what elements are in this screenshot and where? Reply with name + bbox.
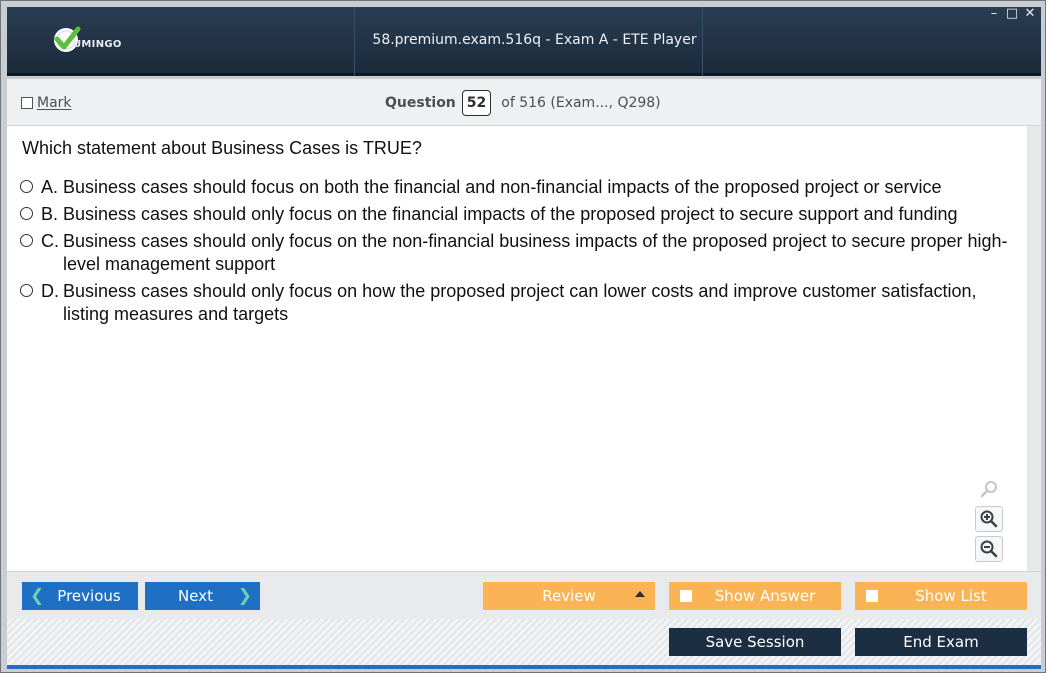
option-text: Business cases should only focus on the …: [63, 231, 1008, 274]
chevron-right-icon: ❯: [237, 586, 252, 606]
navigation-bar: ❮ Previous Next ❯ Review Show Answer Sho…: [7, 571, 1041, 619]
radio-button[interactable]: [20, 207, 33, 220]
radio-button[interactable]: [20, 234, 33, 247]
question-header: Mark Question 52 of 516 (Exam..., Q298): [7, 79, 1041, 126]
maximize-icon[interactable]: □: [1005, 7, 1019, 21]
end-exam-button[interactable]: End Exam: [855, 628, 1027, 656]
question-number-input[interactable]: 52: [461, 90, 492, 116]
app-logo: UMINGO: [51, 25, 161, 59]
logo-text: UMINGO: [73, 39, 122, 50]
checkbox-icon[interactable]: [680, 590, 692, 602]
close-icon[interactable]: ✕: [1023, 7, 1037, 21]
zoom-tools: [975, 476, 1005, 566]
answer-options: A. Business cases should focus on both t…: [20, 176, 1010, 330]
option-letter: C.: [41, 231, 59, 251]
option-text: Business cases should focus on both the …: [63, 177, 942, 197]
show-answer-button[interactable]: Show Answer: [669, 582, 841, 610]
option-letter: B.: [41, 204, 59, 224]
option-text: Business cases should only focus on how …: [63, 281, 977, 324]
bottom-accent-strip: [7, 665, 1041, 669]
save-session-label: Save Session: [705, 633, 805, 651]
zoom-out-icon[interactable]: [975, 536, 1003, 562]
mark-checkbox[interactable]: Mark: [21, 95, 72, 111]
question-text: Which statement about Business Cases is …: [22, 138, 422, 158]
show-list-button[interactable]: Show List: [855, 582, 1027, 610]
checkbox-icon[interactable]: [21, 97, 33, 109]
window-controls: – □ ✕: [987, 7, 1037, 21]
title-divider: [354, 7, 355, 76]
question-label: Question: [385, 95, 456, 111]
question-counter: Question 52 of 516 (Exam..., Q298): [385, 90, 661, 116]
question-of-text: of 516 (Exam..., Q298): [501, 95, 661, 111]
radio-button[interactable]: [20, 284, 33, 297]
window-title: 58.premium.exam.516q - Exam A - ETE Play…: [372, 32, 697, 48]
mark-label: Mark: [37, 95, 72, 111]
chevron-left-icon: ❮: [30, 586, 45, 606]
option-text: Business cases should only focus on the …: [63, 204, 958, 224]
answer-option-a[interactable]: A. Business cases should focus on both t…: [20, 176, 1010, 199]
zoom-in-icon[interactable]: [975, 506, 1003, 532]
answer-option-c[interactable]: C. Business cases should only focus on t…: [20, 230, 1010, 276]
previous-button[interactable]: ❮ Previous: [22, 582, 138, 610]
title-divider: [702, 7, 703, 76]
search-icon[interactable]: [975, 476, 1003, 502]
option-letter: D.: [41, 281, 59, 301]
end-exam-label: End Exam: [903, 633, 979, 651]
checkbox-icon[interactable]: [866, 590, 878, 602]
exam-player-window: UMINGO 58.premium.exam.516q - Exam A - E…: [0, 0, 1046, 673]
question-content: Which statement about Business Cases is …: [7, 126, 1027, 571]
show-answer-label: Show Answer: [714, 587, 816, 605]
minimize-icon[interactable]: –: [987, 7, 1001, 21]
title-bar: UMINGO 58.premium.exam.516q - Exam A - E…: [7, 7, 1041, 76]
footer-bar: Save Session End Exam: [7, 619, 1041, 667]
answer-option-d[interactable]: D. Business cases should only focus on h…: [20, 280, 1010, 326]
review-button[interactable]: Review: [483, 582, 655, 610]
caret-up-icon: [635, 591, 645, 597]
radio-button[interactable]: [20, 180, 33, 193]
next-label: Next: [178, 587, 213, 605]
save-session-button[interactable]: Save Session: [669, 628, 841, 656]
scrollbar-track[interactable]: [1027, 126, 1041, 571]
option-letter: A.: [41, 177, 59, 197]
answer-option-b[interactable]: B. Business cases should only focus on t…: [20, 203, 1010, 226]
show-list-label: Show List: [915, 587, 987, 605]
previous-label: Previous: [57, 587, 121, 605]
next-button[interactable]: Next ❯: [145, 582, 260, 610]
review-label: Review: [542, 587, 596, 605]
